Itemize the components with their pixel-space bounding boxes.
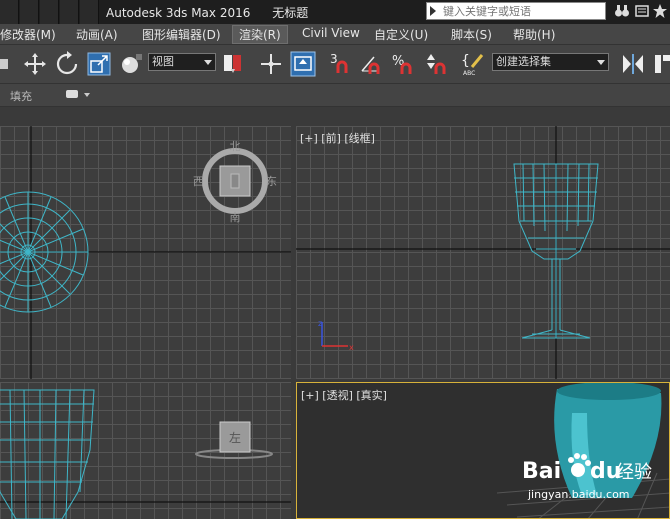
quick-access-tab[interactable] <box>40 0 59 24</box>
pivot-center-icon[interactable] <box>220 51 246 77</box>
goblet-front-wireframe <box>513 163 599 339</box>
chevron-down-icon <box>204 60 212 65</box>
fill-label[interactable]: 填充 <box>10 88 32 104</box>
menu-help[interactable]: 帮助(H) <box>513 26 555 43</box>
align-icon[interactable] <box>652 51 670 77</box>
subscription-icon[interactable] <box>634 3 650 19</box>
spinner-snap-icon[interactable] <box>422 51 448 77</box>
baidu-watermark: Bai du 经验 jingyan.baidu.com <box>522 453 652 501</box>
quick-access-tab[interactable] <box>0 0 19 24</box>
select-manipulate-icon[interactable] <box>258 51 284 77</box>
named-selection-value: 创建选择集 <box>496 55 551 68</box>
paw-icon <box>568 453 591 477</box>
select-place-icon[interactable] <box>118 51 144 77</box>
main-toolbar: 视图 3 % { ABC 创建选择集 <box>0 45 670 84</box>
ribbon-bar: 填充 <box>0 84 670 107</box>
viewport-front[interactable]: [+] [前] [线框] z x <box>296 126 670 379</box>
compass-east: 东 <box>266 175 277 188</box>
binoculars-icon[interactable] <box>614 3 630 19</box>
goblet-top-wireframe <box>0 191 89 313</box>
percent-snap-icon[interactable]: % <box>390 51 416 77</box>
front-view-canvas: z x <box>296 126 670 379</box>
watermark-url: jingyan.baidu.com <box>527 488 630 501</box>
watermark-brand: Bai <box>522 459 561 484</box>
compass-south: 南 <box>230 211 241 224</box>
ribbon-toggle-icon[interactable] <box>66 90 78 98</box>
menu-modifiers[interactable]: 修改器(M) <box>0 26 56 43</box>
menu-rendering[interactable]: 渲染(R) <box>232 25 288 44</box>
edit-named-selection-icon[interactable]: { ABC <box>460 51 486 77</box>
snap-toggle-icon[interactable]: 3 <box>326 51 352 77</box>
named-selection-dropdown[interactable]: 创建选择集 <box>492 53 609 71</box>
quick-access-tab[interactable] <box>60 0 79 24</box>
svg-text:z: z <box>318 319 322 328</box>
search-input[interactable] <box>443 3 603 19</box>
document-title: 无标题 <box>272 6 309 20</box>
menu-bar: 修改器(M) 动画(A) 图形编辑器(D) 渲染(R) Civil View 自… <box>0 24 670 45</box>
menu-civil-view[interactable]: Civil View <box>302 26 360 40</box>
left-view-canvas: 左 <box>0 389 291 519</box>
window-title: Autodesk 3ds Max 2016 无标题 <box>106 4 326 21</box>
viewcube-compass[interactable]: 北 西 东 南 <box>193 140 277 224</box>
abc-label: ABC <box>463 70 475 77</box>
front-axis-tripod: z x <box>318 319 354 352</box>
viewcube-left-label: 左 <box>229 430 241 445</box>
goblet-left-wireframe <box>0 389 95 519</box>
viewport-top[interactable]: 北 西 东 南 <box>0 126 291 379</box>
viewport-left[interactable]: 左 <box>0 382 291 519</box>
chevron-down-icon[interactable] <box>84 93 90 97</box>
reference-coordinate-dropdown[interactable]: 视图 <box>148 53 216 71</box>
star-icon[interactable] <box>652 3 668 19</box>
snap-label: 3 <box>330 52 338 66</box>
title-bar: Autodesk 3ds Max 2016 无标题 <box>0 0 670 24</box>
quick-access-tab[interactable] <box>80 0 99 24</box>
select-icon[interactable] <box>0 51 18 77</box>
compass-west: 西 <box>193 175 204 188</box>
menu-scripting[interactable]: 脚本(S) <box>451 26 492 43</box>
top-view-canvas: 北 西 东 南 <box>0 126 291 379</box>
keyboard-shortcut-override-icon[interactable] <box>290 51 316 77</box>
app-title: Autodesk 3ds Max 2016 <box>106 6 251 20</box>
menu-graph-editors[interactable]: 图形编辑器(D) <box>142 26 221 43</box>
menu-customize[interactable]: 自定义(U) <box>374 26 428 43</box>
scale-icon[interactable] <box>86 51 112 77</box>
search-box[interactable] <box>426 2 606 20</box>
watermark-site-cn: 经验 <box>616 462 652 483</box>
rotate-icon[interactable] <box>54 51 80 77</box>
svg-text:x: x <box>349 343 354 352</box>
svg-text:{: { <box>461 53 470 69</box>
arrow-icon <box>430 6 440 16</box>
quick-access-tab[interactable] <box>20 0 39 24</box>
angle-snap-icon[interactable] <box>358 51 384 77</box>
mirror-icon[interactable] <box>620 51 646 77</box>
move-icon[interactable] <box>22 51 48 77</box>
chevron-down-icon <box>597 60 605 65</box>
menu-animation[interactable]: 动画(A) <box>76 26 118 43</box>
reference-coordinate-value: 视图 <box>152 55 174 68</box>
compass-north: 北 <box>230 140 241 153</box>
viewcube-left[interactable]: 左 <box>195 421 273 459</box>
